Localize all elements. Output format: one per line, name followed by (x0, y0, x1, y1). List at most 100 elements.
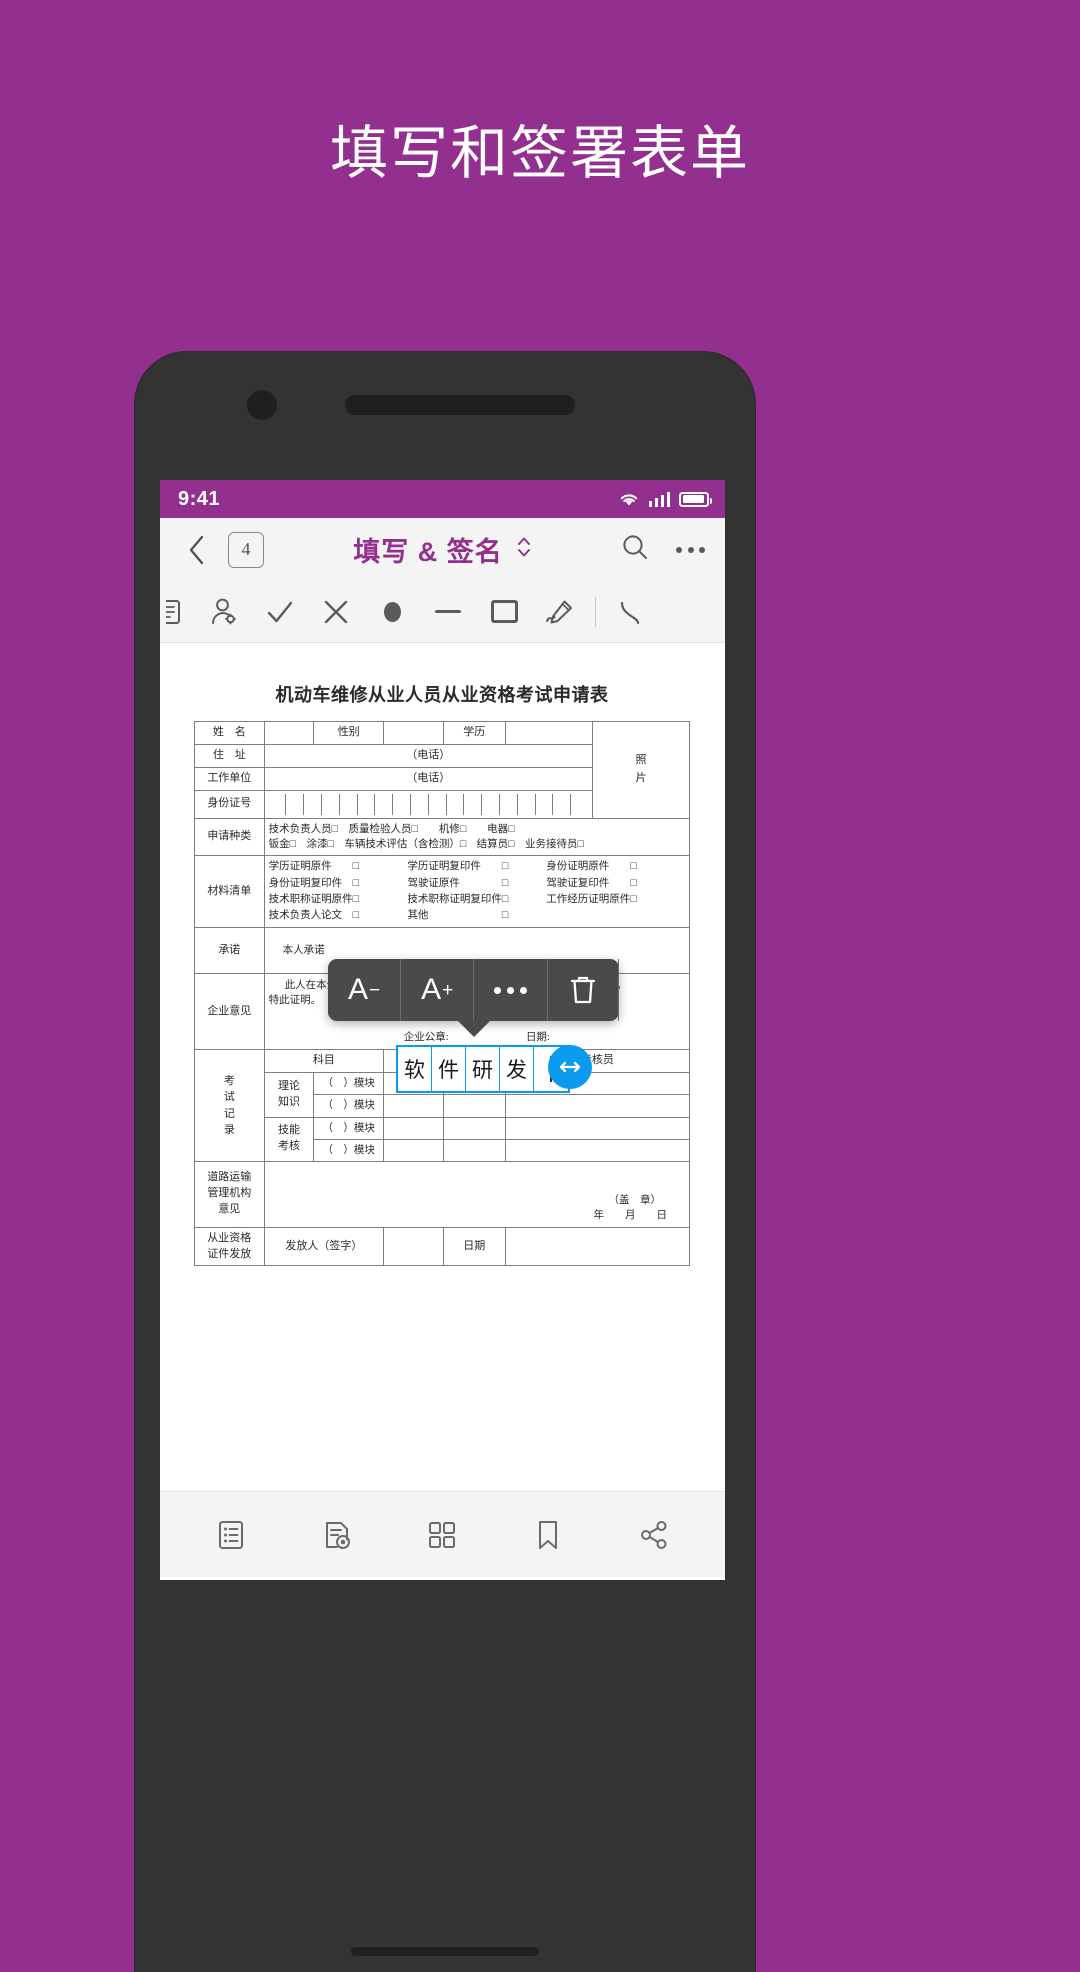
tool-signature-pen-icon[interactable] (532, 586, 588, 638)
apply-type-line-1: 技术负责人员□ 质量检验人员□ 机修□ 电器□ (268, 823, 515, 835)
cell-id-label: 身份证号 (194, 789, 265, 819)
tool-line-icon[interactable] (420, 586, 476, 638)
phone-mockup: 9:41 4 填写 & 签名 机动车维修从业人员从业资格考试申请表 姓 名 性别… (135, 352, 755, 1972)
status-time: 9:41 (178, 487, 221, 510)
navigation-bar: 4 填写 & 签名 (160, 518, 725, 581)
cell-examiner-2[interactable] (504, 1116, 691, 1140)
tab-outline[interactable] (200, 1504, 262, 1566)
cell-issue-date-value[interactable] (504, 1226, 691, 1267)
selected-char: 件 (432, 1047, 466, 1091)
delete-button[interactable] (548, 959, 620, 1021)
trash-icon (571, 976, 596, 1004)
material-item: 身份证明原件 □ (546, 861, 637, 873)
earpiece-speaker (345, 395, 575, 415)
cell-education-value[interactable] (504, 721, 593, 745)
cell-photo[interactable]: 照片 (591, 721, 691, 819)
decrease-font-button[interactable]: A − (328, 959, 402, 1021)
status-indicators (618, 491, 712, 507)
cell-exam-record-label: 考试记录 (194, 1049, 265, 1163)
selected-char: 发 (500, 1047, 534, 1091)
home-indicator (351, 1947, 539, 1956)
search-button[interactable] (620, 532, 650, 567)
tool-form-field-icon[interactable] (166, 586, 196, 638)
more-horizontal-icon (494, 986, 528, 994)
document-viewport[interactable]: 机动车维修从业人员从业资格考试申请表 姓 名 性别 学历 照片 住 址 （电话）… (160, 643, 725, 1491)
cell-score[interactable] (383, 1116, 444, 1140)
cell-module: （ ）模块 (313, 1094, 385, 1118)
tool-rectangle-icon[interactable] (476, 586, 532, 638)
popup-more-button[interactable] (474, 959, 549, 1021)
cell-gender-label: 性别 (313, 721, 385, 745)
material-item: 学历证明原件 □ (268, 861, 359, 873)
material-row: 技术职称证明原件□ 技术职称证明复印件□ 工作经历证明原件□ (269, 892, 685, 908)
cell-apply-type-label: 申请种类 (194, 817, 265, 857)
tool-person-settings-icon[interactable] (196, 586, 252, 638)
company-seal-label: 企业公章: (403, 1032, 449, 1044)
tool-dot-icon[interactable] (364, 586, 420, 638)
cell-score[interactable] (383, 1094, 444, 1118)
back-button[interactable] (180, 533, 214, 567)
cell-module: （ ）模块 (313, 1138, 385, 1163)
increase-font-sign: + (442, 979, 454, 1001)
outline-icon (218, 1520, 243, 1549)
cell-materials-value[interactable]: 学历证明原件 □ 学历证明复印件 □ 身份证明原件 □ 身份证明复印件 □ 驾驶… (263, 855, 691, 929)
chevron-left-icon (189, 535, 204, 564)
cell-examiner-1[interactable] (442, 1116, 506, 1140)
chevron-up-down-icon[interactable] (516, 534, 532, 565)
cell-workunit-value[interactable]: （电话） (263, 766, 593, 791)
phone-screen: 9:41 4 填写 & 签名 机动车维修从业人员从业资格考试申请表 姓 名 性别… (160, 480, 725, 1580)
cell-examiner-1[interactable] (442, 1094, 506, 1118)
bottom-tab-bar (160, 1491, 725, 1577)
tab-share[interactable] (623, 1504, 685, 1566)
page-title: 填写 & 签名 (353, 537, 503, 567)
selected-text-box[interactable]: 软 件 研 发 (396, 1045, 570, 1093)
increase-font-button[interactable]: A + (401, 959, 475, 1021)
resize-horizontal-icon[interactable] (548, 1045, 592, 1089)
cell-name-value[interactable] (263, 721, 315, 745)
battery-icon (679, 491, 712, 507)
cell-address-label: 住 址 (194, 743, 265, 768)
table-row: 技能 考核 （ ）模块 (195, 1116, 691, 1163)
material-item: 技术负责人论文 □ (268, 910, 359, 922)
cell-score[interactable] (383, 1138, 444, 1163)
tool-undo-icon[interactable] (603, 586, 659, 638)
selected-char: 研 (466, 1047, 500, 1091)
table-row: 申请种类 技术负责人员□ 质量检验人员□ 机修□ 电器□ 钣金□ 涂漆□ 车辆技… (194, 817, 691, 857)
apply-type-line-2: 钣金□ 涂漆□ 车辆技术评估（含检测）□ 结算员□ 业务接待员□ (268, 839, 584, 851)
cell-module: （ ）模块 (313, 1116, 385, 1140)
cell-issuer-value[interactable] (383, 1226, 444, 1267)
wifi-icon (620, 494, 637, 506)
cell-examiner-1[interactable] (442, 1138, 506, 1163)
cell-id-value[interactable] (263, 789, 593, 819)
more-options-button[interactable] (676, 546, 705, 553)
decrease-font-sign: − (369, 979, 381, 1001)
cell-apply-type-value[interactable]: 技术负责人员□ 质量检验人员□ 机修□ 电器□ 钣金□ 涂漆□ 车辆技术评估（含… (263, 817, 691, 857)
front-camera-icon (247, 390, 277, 420)
text-annotation-field[interactable]: 软 件 研 发 (396, 1045, 592, 1093)
cell-address-value[interactable]: （电话） (263, 743, 593, 768)
tab-thumbnails[interactable] (411, 1504, 473, 1566)
table-row: 道路运输 管理机构 意见 （盖 章） 年 月 日 (194, 1161, 691, 1228)
cell-materials-label: 材料清单 (194, 855, 265, 929)
cell-road-transport-value[interactable]: （盖 章） 年 月 日 (263, 1161, 691, 1228)
share-icon (641, 1520, 667, 1549)
cell-examiner-2[interactable] (504, 1138, 691, 1163)
annotation-toolbar (160, 581, 725, 643)
table-row: 从业资格 证件发放 发放人（签字） 日期 (194, 1226, 691, 1267)
tool-cross-icon[interactable] (308, 586, 364, 638)
tool-checkmark-icon[interactable] (252, 586, 308, 638)
popup-tail (456, 1020, 491, 1037)
tab-annotations[interactable] (306, 1504, 368, 1566)
status-bar: 9:41 (160, 480, 725, 518)
cell-education-label: 学历 (442, 721, 506, 745)
search-icon (623, 535, 647, 559)
annotation-context-menu: A − A + (328, 959, 620, 1037)
cell-issuer-label: 发放人（签字） (263, 1226, 385, 1267)
cell-examiner-2[interactable] (504, 1094, 691, 1118)
tab-bookmark[interactable] (517, 1504, 579, 1566)
cell-promise-label: 承诺 (194, 927, 265, 975)
page-number-badge[interactable]: 4 (228, 531, 264, 568)
toolbar-divider (595, 596, 596, 627)
cell-gender-value[interactable] (383, 721, 444, 745)
material-item (546, 908, 685, 924)
